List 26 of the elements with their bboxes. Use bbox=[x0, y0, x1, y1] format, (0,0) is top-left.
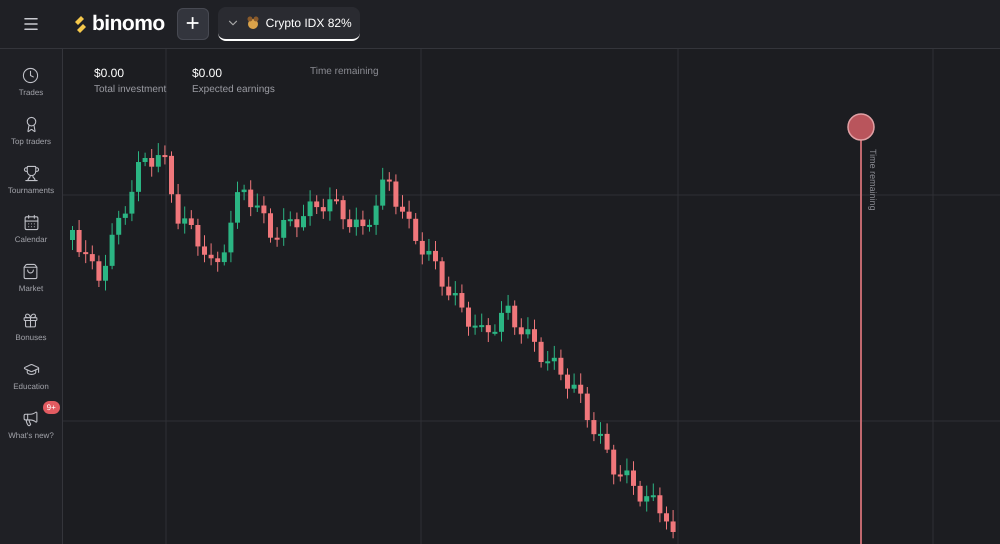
sidebar-item[interactable]: Education bbox=[13, 361, 49, 393]
gift-icon bbox=[22, 312, 40, 329]
stat-label: Total investment bbox=[94, 83, 166, 97]
sidebar-item[interactable]: Tournaments bbox=[8, 165, 54, 197]
graduation-cap-icon bbox=[22, 361, 40, 378]
stat-value: $0.00 bbox=[94, 65, 126, 82]
trophy-icon bbox=[22, 165, 40, 182]
asset-selector[interactable]: Crypto IDX 82% bbox=[218, 7, 360, 41]
sidebar-item[interactable]: Market bbox=[18, 263, 44, 295]
sidebar-item[interactable]: Top traders bbox=[10, 116, 52, 148]
menu-icon[interactable] bbox=[22, 15, 40, 33]
sidebar-item[interactable]: Bonuses bbox=[15, 312, 47, 344]
brand-name: binomo bbox=[92, 11, 165, 38]
stat-value: $0.00 bbox=[192, 65, 224, 82]
calendar-icon bbox=[22, 214, 40, 231]
sidebar-item[interactable]: Trades bbox=[18, 67, 44, 99]
notification-badge: 9+ bbox=[42, 401, 60, 414]
asset-icon bbox=[246, 16, 260, 30]
marker-label: Time remaining bbox=[867, 149, 878, 211]
bag-icon bbox=[22, 263, 40, 280]
clock-icon bbox=[22, 67, 40, 84]
stat-label: Expected earnings bbox=[192, 83, 275, 97]
sidebar-item[interactable]: Calendar bbox=[14, 214, 48, 246]
add-button[interactable]: + bbox=[176, 8, 209, 40]
time-remaining-label: Time remaining bbox=[310, 65, 379, 79]
megaphone-icon bbox=[22, 410, 40, 427]
